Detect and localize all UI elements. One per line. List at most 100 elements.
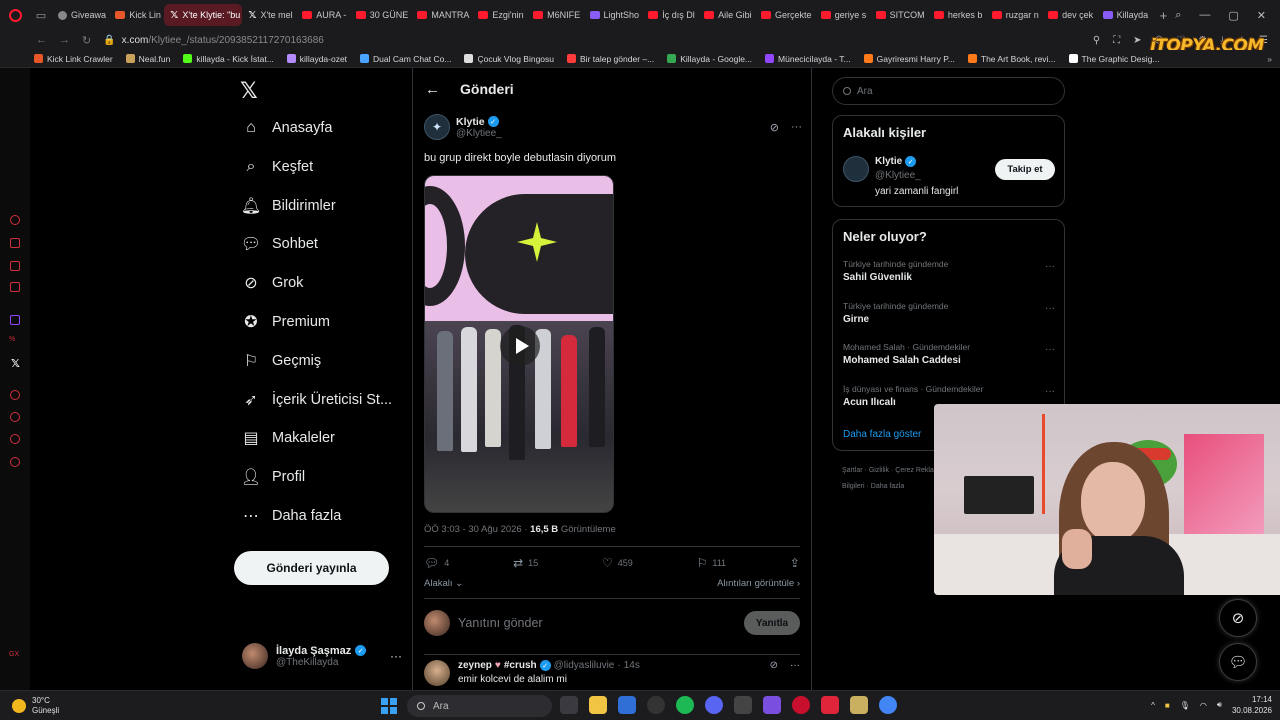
retweet-button[interactable]: ⇄ 15: [513, 556, 538, 570]
like-button[interactable]: ♡ 459: [602, 556, 633, 570]
share-button[interactable]: ⇪: [790, 556, 800, 570]
video-player[interactable]: [424, 175, 614, 513]
bookmark-item[interactable]: Gayriresmi Harry P...: [863, 54, 955, 64]
new-tab-button[interactable]: +: [1152, 8, 1176, 23]
reply-button[interactable]: 💬︎ 4: [424, 556, 449, 570]
close-window-button[interactable]: ✕: [1257, 9, 1266, 22]
obs-icon[interactable]: [647, 696, 665, 714]
app-icon[interactable]: [850, 696, 868, 714]
twitch-icon[interactable]: [10, 315, 20, 325]
mail-icon[interactable]: [618, 696, 636, 714]
bookmark-button[interactable]: ⚐ 111: [697, 556, 726, 570]
show-more-link[interactable]: Daha fazla göster: [843, 429, 921, 440]
view-quotes-link[interactable]: Alıntıları görüntüle ›: [717, 578, 800, 589]
nav-item-2[interactable]: 🔔︎ Bildirimler: [240, 191, 336, 221]
browser-tab[interactable]: İç dış Dl: [642, 4, 698, 26]
gx-icon[interactable]: GX: [9, 651, 19, 658]
browser-tab[interactable]: Gerçekte: [755, 4, 815, 26]
browser-tab[interactable]: 𝕏 X'te mel: [242, 4, 296, 26]
bookmarks-overflow-icon[interactable]: »: [1267, 54, 1280, 64]
search-tabs-icon[interactable]: ⌕: [1175, 9, 1181, 22]
browser-tab[interactable]: geriye s: [815, 4, 870, 26]
bookmark-item[interactable]: killayda-ozet: [286, 54, 347, 64]
nav-item-10[interactable]: ⋯ Daha fazla: [240, 501, 341, 531]
browser-tab[interactable]: Giveawa: [52, 4, 109, 26]
history-icon[interactable]: [10, 390, 20, 400]
sort-dropdown[interactable]: Alakalı ⌄: [424, 578, 463, 589]
task-view-icon[interactable]: [560, 696, 578, 714]
wifi-icon[interactable]: ◠: [1200, 701, 1207, 710]
taskbar-search[interactable]: Ara: [407, 695, 552, 717]
nav-item-9[interactable]: 👤︎ Profil: [240, 462, 305, 492]
bookmark-item[interactable]: The Art Book, revi...: [967, 54, 1056, 64]
nav-item-3[interactable]: 💬︎ Sohbet: [240, 229, 318, 259]
back-nav-icon[interactable]: ←: [36, 34, 47, 47]
clock[interactable]: 17:14 30.08.2026: [1232, 694, 1272, 716]
opera-logo-icon[interactable]: [0, 0, 30, 30]
avatar[interactable]: ✦: [424, 114, 450, 140]
tray-chevron-icon[interactable]: ^: [1151, 701, 1155, 710]
aria-icon[interactable]: [10, 215, 20, 225]
more-options-icon[interactable]: ···: [1045, 261, 1055, 272]
browser-tab[interactable]: MANTRA: [411, 4, 472, 26]
author-handle[interactable]: @Klytiee_: [456, 128, 502, 139]
account-switcher[interactable]: İlayda Şaşmaz ✓ @TheKillayda ···: [242, 643, 402, 669]
play-button[interactable]: [500, 326, 540, 366]
reply-author[interactable]: zeynep: [458, 660, 492, 671]
chrome-icon[interactable]: [879, 696, 897, 714]
nav-item-0[interactable]: ⌂ Anasayfa: [240, 113, 332, 143]
browser-tab[interactable]: Ezgi'nin: [472, 4, 527, 26]
browser-tab[interactable]: 30 GÜNE: [350, 4, 412, 26]
bookmark-item[interactable]: The Graphic Desig...: [1068, 54, 1159, 64]
browser-tab[interactable]: herkes b: [928, 4, 986, 26]
extensions-sidebar-icon[interactable]: [10, 434, 20, 444]
bookmark-item[interactable]: Çocuk Vlog Bingosu: [464, 54, 554, 64]
app-grid-icon[interactable]: [763, 696, 781, 714]
bookmark-item[interactable]: Killayda - Google...: [667, 54, 752, 64]
url-field[interactable]: 🔒 x.com/Klytiee_/status/2093852117270163…: [103, 35, 324, 46]
reply-input[interactable]: Yanıtını gönder: [458, 616, 543, 630]
search-input[interactable]: Ara: [832, 77, 1065, 105]
browser-tab[interactable]: dev çek: [1042, 4, 1097, 26]
opera-gx-icon[interactable]: [792, 696, 810, 714]
bookmark-item[interactable]: Kick Link Crawler: [34, 54, 113, 64]
browser-tab[interactable]: LightSho: [584, 4, 643, 26]
messenger-icon[interactable]: [10, 282, 20, 292]
author-name[interactable]: Klytie: [456, 116, 485, 128]
nav-item-4[interactable]: ⊘ Grok: [240, 268, 303, 298]
nav-item-1[interactable]: ⌕ Keşfet: [240, 152, 314, 182]
browser-tab[interactable]: Killayda: [1097, 4, 1152, 26]
browser-tab[interactable]: 𝕏 X'te Klytie: "bu: [164, 4, 243, 26]
discord-icon[interactable]: [705, 696, 723, 714]
grok-icon[interactable]: ⊘: [770, 121, 779, 134]
more-options-icon[interactable]: ···: [791, 121, 802, 134]
browser-tab[interactable]: ruzgar n: [986, 4, 1042, 26]
post-button[interactable]: Gönderi yayınla: [234, 551, 389, 585]
reply-item[interactable]: zeynep ♥ #crush ✓ @lidyasliluvie · 14s e…: [424, 660, 800, 686]
send-icon[interactable]: ➤: [1133, 35, 1141, 46]
reply-handle[interactable]: @lidyasliluvie: [554, 660, 615, 671]
forward-nav-icon[interactable]: →: [59, 34, 70, 47]
folder-tray-icon[interactable]: ■: [1165, 701, 1170, 710]
shopping-icon[interactable]: [10, 238, 20, 248]
grok-icon[interactable]: ⊘: [770, 660, 778, 686]
trend-item[interactable]: Mohamed Salah · Gündemdekiler Mohamed Sal…: [843, 342, 1055, 366]
related-handle[interactable]: @Klytiee_: [875, 170, 921, 181]
windows-start-icon[interactable]: [381, 698, 397, 714]
app-icon[interactable]: [734, 696, 752, 714]
follow-button[interactable]: Takip et: [995, 159, 1055, 180]
pin-icon[interactable]: ⚲: [1093, 35, 1100, 46]
nav-item-8[interactable]: ▤ Makaleler: [240, 423, 334, 453]
more-options-icon[interactable]: ···: [1045, 386, 1055, 397]
browser-tab[interactable]: Aile Gibi: [698, 4, 755, 26]
bookmark-item[interactable]: Bir talep gönder –...: [567, 54, 654, 64]
bookmark-item[interactable]: Münecicilayda - T...: [765, 54, 851, 64]
weather-widget[interactable]: 30°C Güneşli: [0, 696, 200, 716]
nav-item-7[interactable]: ➶ İçerik Üreticisi St...: [240, 385, 392, 415]
back-arrow-icon[interactable]: ←: [425, 81, 440, 98]
nav-item-6[interactable]: ⚐ Geçmiş: [240, 346, 321, 376]
messages-fab-button[interactable]: 💬︎: [1219, 643, 1257, 681]
reply-submit-button[interactable]: Yanıtla: [744, 611, 800, 635]
grok-fab-button[interactable]: ⊘: [1219, 599, 1257, 637]
bookmark-item[interactable]: Dual Cam Chat Co...: [360, 54, 451, 64]
